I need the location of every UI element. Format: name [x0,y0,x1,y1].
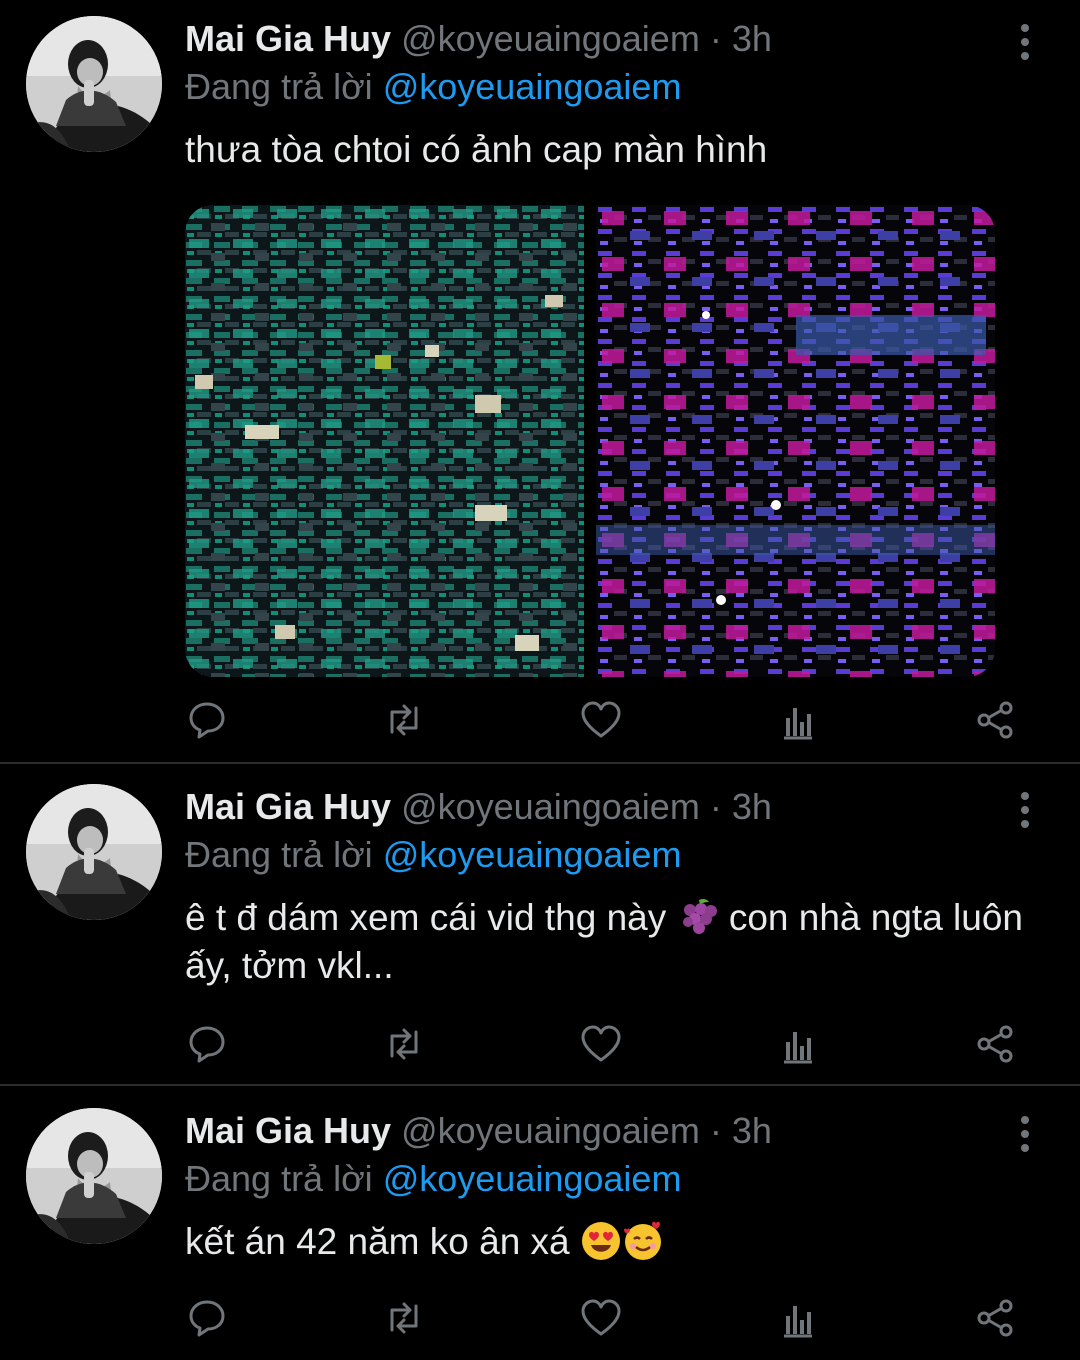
avatar[interactable] [26,16,162,152]
reply-context: Đang trả lời @koyeuaingoaiem [185,66,681,108]
like-icon[interactable] [579,1296,623,1340]
reply-target-link[interactable]: @koyeuaingoaiem [383,834,682,875]
grapes-emoji [677,896,719,938]
reply-target-link[interactable]: @koyeuaingoaiem [383,1158,682,1199]
tweet-text-content: kết án 42 năm ko ân xá [185,1221,570,1262]
timestamp[interactable]: 3h [732,18,772,59]
tweet-2[interactable]: Mai Gia Huy @koyeuaingoaiem · 3h Đang tr… [0,764,1080,1086]
timestamp[interactable]: 3h [732,1110,772,1151]
action-bar [185,698,1030,742]
tweet-text: kết án 42 năm ko ân xá [185,1218,1045,1266]
tweet-1[interactable]: Mai Gia Huy @koyeuaingoaiem · 3h Đang tr… [0,0,1080,764]
tweet-header: Mai Gia Huy @koyeuaingoaiem · 3h [185,18,772,60]
reply-prefix: Đang trả lời [185,1158,373,1199]
reply-icon[interactable] [185,1296,229,1340]
like-icon[interactable] [579,1022,623,1066]
author-handle[interactable]: @koyeuaingoaiem [401,1110,700,1151]
share-icon[interactable] [973,1296,1017,1340]
reply-icon[interactable] [185,1022,229,1066]
analytics-icon[interactable] [776,1296,820,1340]
author-name[interactable]: Mai Gia Huy [185,786,391,827]
timestamp[interactable]: 3h [732,786,772,827]
tweet-header: Mai Gia Huy @koyeuaingoaiem · 3h [185,1110,772,1152]
more-options-icon[interactable] [1012,24,1038,64]
separator-dot: · [709,18,722,59]
author-name[interactable]: Mai Gia Huy [185,1110,391,1151]
avatar[interactable] [26,1108,162,1244]
share-icon[interactable] [973,698,1017,742]
reply-prefix: Đang trả lời [185,834,373,875]
media-image-right[interactable] [596,205,995,677]
avatar[interactable] [26,784,162,920]
tweet-text-part-1: ê t đ dám xem cái vid thg này [185,897,667,938]
action-bar [185,1296,1030,1340]
tweet-3[interactable]: Mai Gia Huy @koyeuaingoaiem · 3h Đang tr… [0,1086,1080,1360]
action-bar [185,1022,1030,1066]
smiling-face-with-hearts-emoji [622,1220,664,1262]
tweet-text: thưa tòa chtoi có ảnh cap màn hình [185,129,768,170]
tweet-header: Mai Gia Huy @koyeuaingoaiem · 3h [185,786,772,828]
more-options-icon[interactable] [1012,792,1038,832]
analytics-icon[interactable] [776,1022,820,1066]
reply-context: Đang trả lời @koyeuaingoaiem [185,834,681,876]
tweet-text: ê t đ dám xem cái vid thg này con nhà ng… [185,894,1045,990]
media-image-left[interactable] [185,205,584,677]
author-name[interactable]: Mai Gia Huy [185,18,391,59]
more-options-icon[interactable] [1012,1116,1038,1156]
separator-dot: · [709,786,722,827]
reply-icon[interactable] [185,698,229,742]
tweet-media[interactable] [185,205,995,677]
author-handle[interactable]: @koyeuaingoaiem [401,786,700,827]
heart-eyes-emoji [580,1220,622,1262]
separator-dot: · [709,1110,722,1151]
reply-prefix: Đang trả lời [185,66,373,107]
share-icon[interactable] [973,1022,1017,1066]
reply-target-link[interactable]: @koyeuaingoaiem [383,66,682,107]
retweet-icon[interactable] [382,1296,426,1340]
like-icon[interactable] [579,698,623,742]
retweet-icon[interactable] [382,1022,426,1066]
author-handle[interactable]: @koyeuaingoaiem [401,18,700,59]
retweet-icon[interactable] [382,698,426,742]
reply-context: Đang trả lời @koyeuaingoaiem [185,1158,681,1200]
analytics-icon[interactable] [776,698,820,742]
